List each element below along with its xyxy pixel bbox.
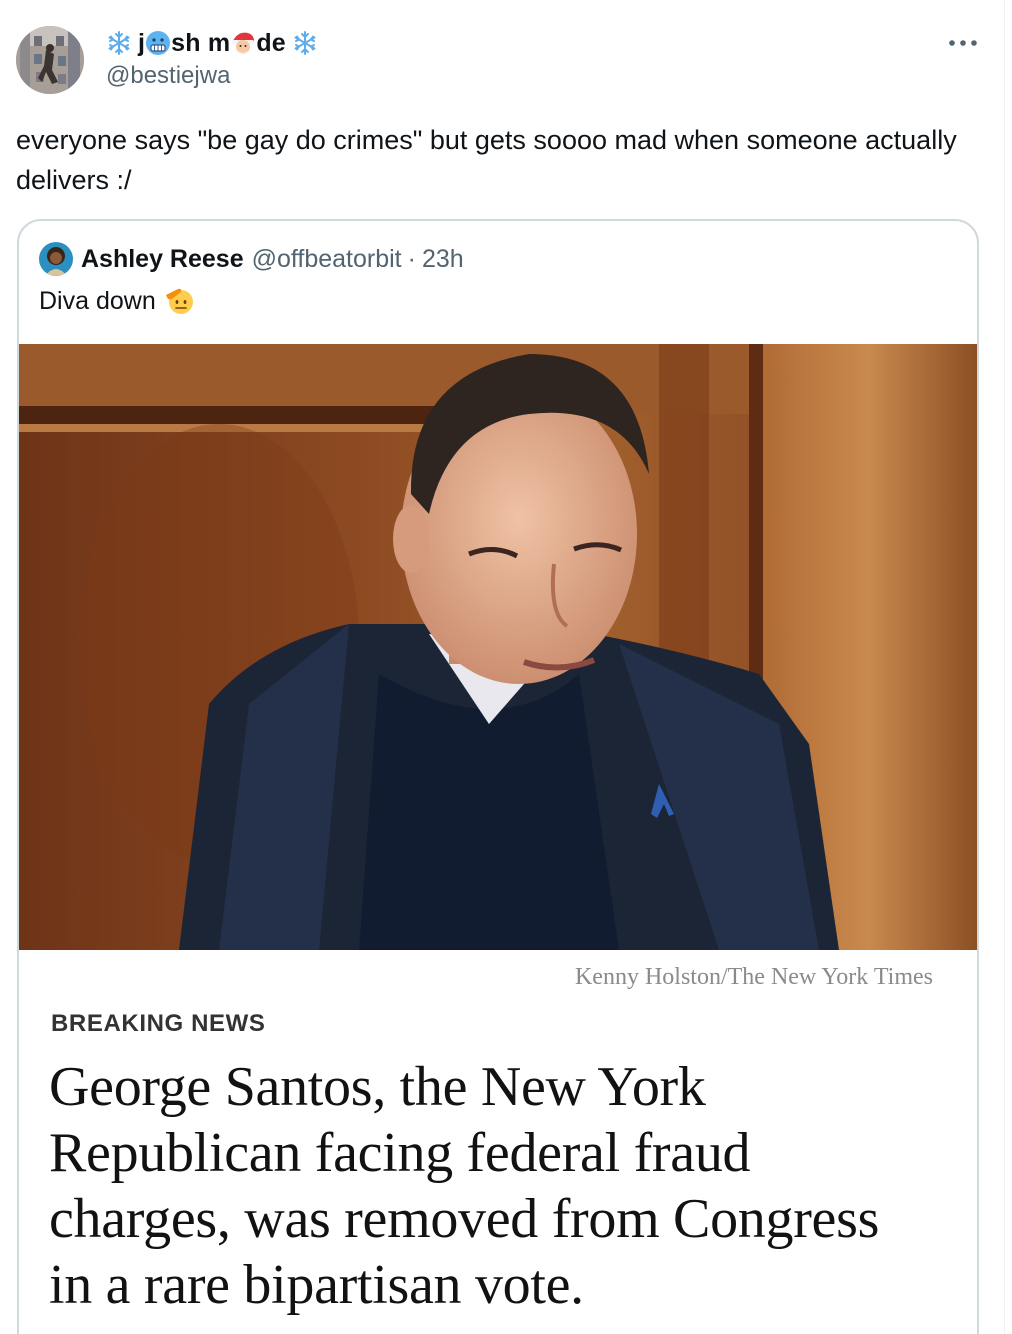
timeline-divider <box>1004 0 1005 1334</box>
quoted-timestamp[interactable]: 23h <box>422 245 464 274</box>
tweet-text: everyone says "be gay do crimes" but get… <box>16 125 957 195</box>
meta-separator: · <box>407 244 416 273</box>
photo-credit: Kenny Holston/The New York Times <box>574 964 933 990</box>
quoted-tweet-text-row: Diva down <box>39 283 196 319</box>
display-name-part-2: sh m <box>171 28 231 57</box>
more-horizontal-icon <box>949 40 977 46</box>
snowflake-icon <box>294 31 316 55</box>
quoted-tweet-card[interactable]: Ashley Reese @offbeatorbit · 23h Diva do… <box>17 219 979 1334</box>
display-name-part-1: j <box>138 28 146 57</box>
more-options-button[interactable] <box>946 30 980 56</box>
display-name-part-3: de <box>256 28 286 57</box>
news-card: Kenny Holston/The New York Times BREAKIN… <box>19 950 977 1334</box>
author-display-name[interactable]: j sh m de <box>106 26 318 60</box>
quoted-tweet-header: Ashley Reese @offbeatorbit · 23h <box>39 241 464 277</box>
quoted-tweet-text: Diva down <box>39 287 156 315</box>
snowflake-icon <box>108 31 130 55</box>
quoted-author-handle[interactable]: @offbeatorbit <box>252 245 402 274</box>
saluting-face-icon <box>165 288 193 314</box>
news-photo[interactable] <box>19 344 977 950</box>
cold-face-icon <box>146 31 171 55</box>
news-headline: George Santos, the New York Republican f… <box>49 1056 880 1316</box>
news-kicker: BREAKING NEWS <box>51 1010 266 1037</box>
quoted-author-name[interactable]: Ashley Reese <box>81 245 244 274</box>
author-handle[interactable]: @bestiejwa <box>106 62 230 90</box>
quoted-author-avatar[interactable] <box>39 242 73 276</box>
santa-icon <box>232 32 255 55</box>
author-avatar[interactable] <box>16 26 84 94</box>
